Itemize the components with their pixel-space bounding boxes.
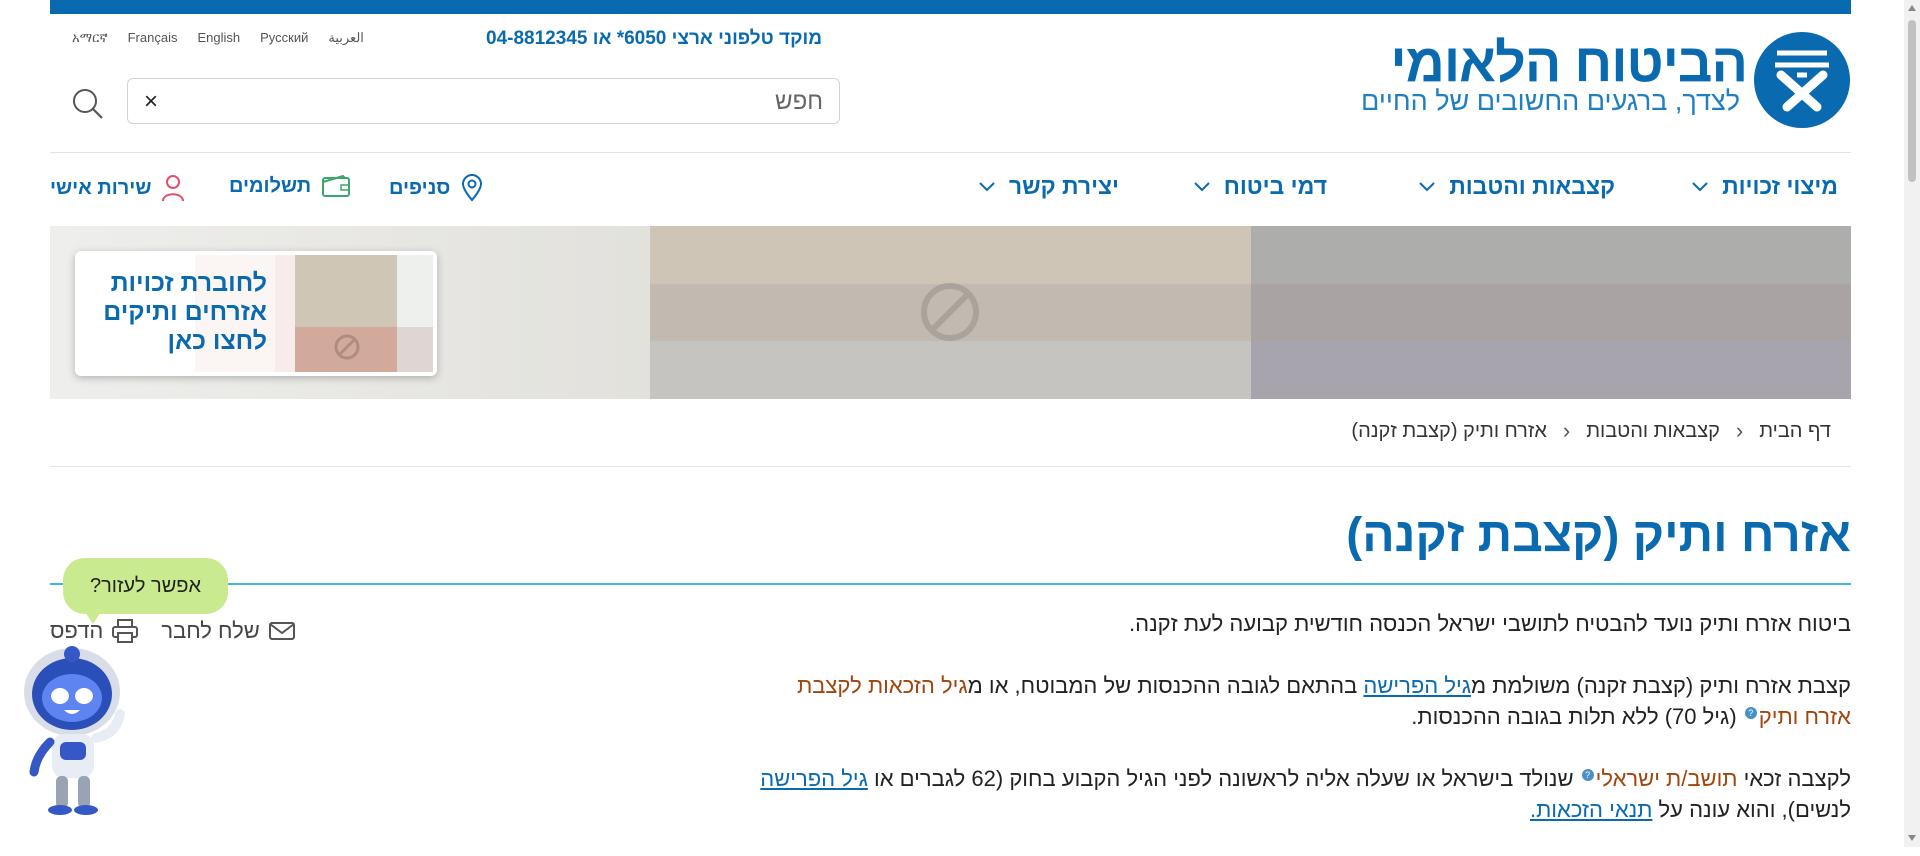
clear-search-button[interactable]: × [144,89,158,115]
retirement-age-link[interactable]: גיל הפרישה [760,766,868,791]
breadcrumb: דף הבית ‹ קצבאות והטבות ‹ אזרח ותיק (קצב… [1351,418,1831,444]
branches-link[interactable]: סניפים [389,174,484,202]
nav-contact[interactable]: יצירת קשר [979,173,1119,200]
article-body: ביטוח אזרח ותיק נועד להבטיח לתושבי ישראל… [751,608,1851,856]
breadcrumb-benefits[interactable]: קצבאות והטבות [1586,420,1720,443]
eligibility-age-paragraph: קצבת אזרח ותיק (קצבת זקנה) משולמת מגיל ה… [797,673,1851,729]
breadcrumb-divider [50,466,1851,467]
booklet-cta[interactable]: לחוברת זכויות אזרחים ותיקים לחצו כאן [103,269,267,356]
israeli-resident-term[interactable]: תושב/ת ישראלי [1596,766,1738,791]
wallet-icon [322,174,351,197]
search-input[interactable] [221,85,825,119]
banner-image-right [1251,226,1851,399]
chevron-down-icon [979,181,995,191]
search-box: × [127,78,840,124]
logo-emblem-icon[interactable] [1754,32,1850,128]
lang-french[interactable]: Français [128,30,178,46]
chatbot-bubble[interactable]: אפשר לעזור? [63,558,228,614]
booklet-cta-line-3: לחצו כאן [167,327,267,355]
hotline-phone[interactable]: מוקד טלפוני ארצי 6050* או 04-8812345 [486,28,822,50]
person-icon [162,175,185,202]
scroll-down-arrow-icon[interactable] [1908,835,1916,841]
location-pin-icon [462,174,483,202]
personal-service-link[interactable]: שירות אישי [50,174,185,202]
chevron-down-icon [1419,181,1435,191]
image-placeholder-icon [334,334,360,360]
breadcrumb-current: אזרח ותיק (קצבת זקנה) [1351,419,1547,442]
send-to-friend-label: שלח לחבר [161,618,260,643]
eligible-residents-paragraph: לקצבה זכאי תושב/ת ישראלי? שנולד בישראל א… [760,766,1851,822]
lang-russian[interactable]: Русский [260,30,308,46]
logo-subtitle: לצדך, ברגעים החשובים של החיים [1361,86,1740,116]
scrollbar-thumb[interactable] [1908,20,1916,182]
vertical-scrollbar[interactable] [1904,0,1920,847]
send-to-friend-button[interactable]: שלח לחבר [161,618,295,644]
envelope-icon [268,622,295,640]
page-title: אזרח ותיק (קצבת זקנה) [1346,509,1851,562]
lang-english[interactable]: English [197,30,240,46]
image-placeholder-icon [921,283,979,341]
personal-service-label: שירות אישי [50,176,152,199]
header-divider [50,152,1851,153]
booklet-cta-line-2: אזרחים ותיקים [103,298,267,326]
rights-booklet-card[interactable]: לחוברת זכויות אזרחים ותיקים לחצו כאן [75,251,437,376]
help-question-icon[interactable]: ? [1581,768,1594,781]
nav-rights-label: מיצוי זכויות [1722,173,1838,199]
chevron-left-icon: ‹ [1735,418,1744,443]
retirement-age-link[interactable]: גיל הפרישה [1363,673,1471,698]
language-switcher: አማርኛ Français English Русский العربية [72,30,364,46]
lang-arabic[interactable]: العربية [328,30,364,46]
chatbot-robot-icon[interactable] [20,638,130,818]
help-question-icon[interactable]: ? [1744,706,1757,719]
chevron-down-icon [1692,181,1708,191]
eligibility-conditions-link[interactable]: תנאי הזכאות. [1530,797,1652,822]
chatbot-bubble-tail [84,610,102,624]
intro-paragraph: ביטוח אזרח ותיק נועד להבטיח לתושבי ישראל… [1129,611,1851,636]
lang-amharic[interactable]: አማርኛ [72,30,108,46]
scroll-up-arrow-icon[interactable] [1908,5,1916,11]
chevron-down-icon [1194,181,1210,191]
booklet-cta-line-1: לחוברת זכויות [110,269,267,297]
payments-label: תשלומים [229,174,312,197]
search-icon[interactable] [70,86,104,120]
nav-insurance-fees[interactable]: דמי ביטוח [1194,173,1327,200]
nav-contact-label: יצירת קשר [1008,173,1119,199]
logo-title[interactable]: הביטוח הלאומי [1390,32,1748,94]
top-brand-bar [50,0,1851,14]
nav-benefits[interactable]: קצבאות והטבות [1419,173,1615,200]
chevron-left-icon: ‹ [1562,418,1571,443]
title-underline [50,583,1851,585]
nav-insurance-fees-label: דמי ביטוח [1223,173,1327,199]
breadcrumb-home[interactable]: דף הבית [1759,420,1831,443]
payments-link[interactable]: תשלומים [229,174,351,198]
branches-label: סניפים [389,176,451,199]
nav-rights[interactable]: מיצוי זכויות [1692,173,1838,200]
nav-benefits-label: קצבאות והטבות [1449,173,1615,199]
